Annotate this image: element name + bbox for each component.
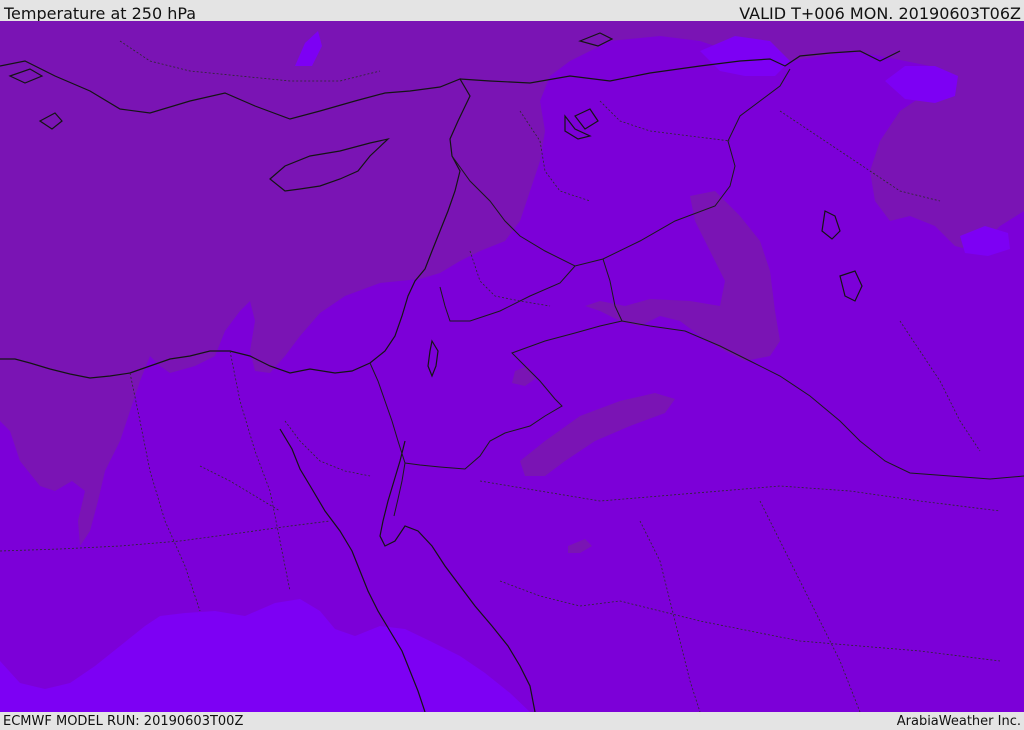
map-canvas [0, 21, 1024, 712]
map-header: Temperature at 250 hPa VALID T+006 MON. … [0, 0, 1024, 23]
credit-label: ArabiaWeather Inc. [896, 714, 1021, 729]
temperature-map [0, 21, 1024, 712]
map-footer: ECMWF MODEL RUN: 20190603T00Z ArabiaWeat… [0, 712, 1024, 729]
model-run: ECMWF MODEL RUN: 20190603T00Z [3, 714, 244, 729]
